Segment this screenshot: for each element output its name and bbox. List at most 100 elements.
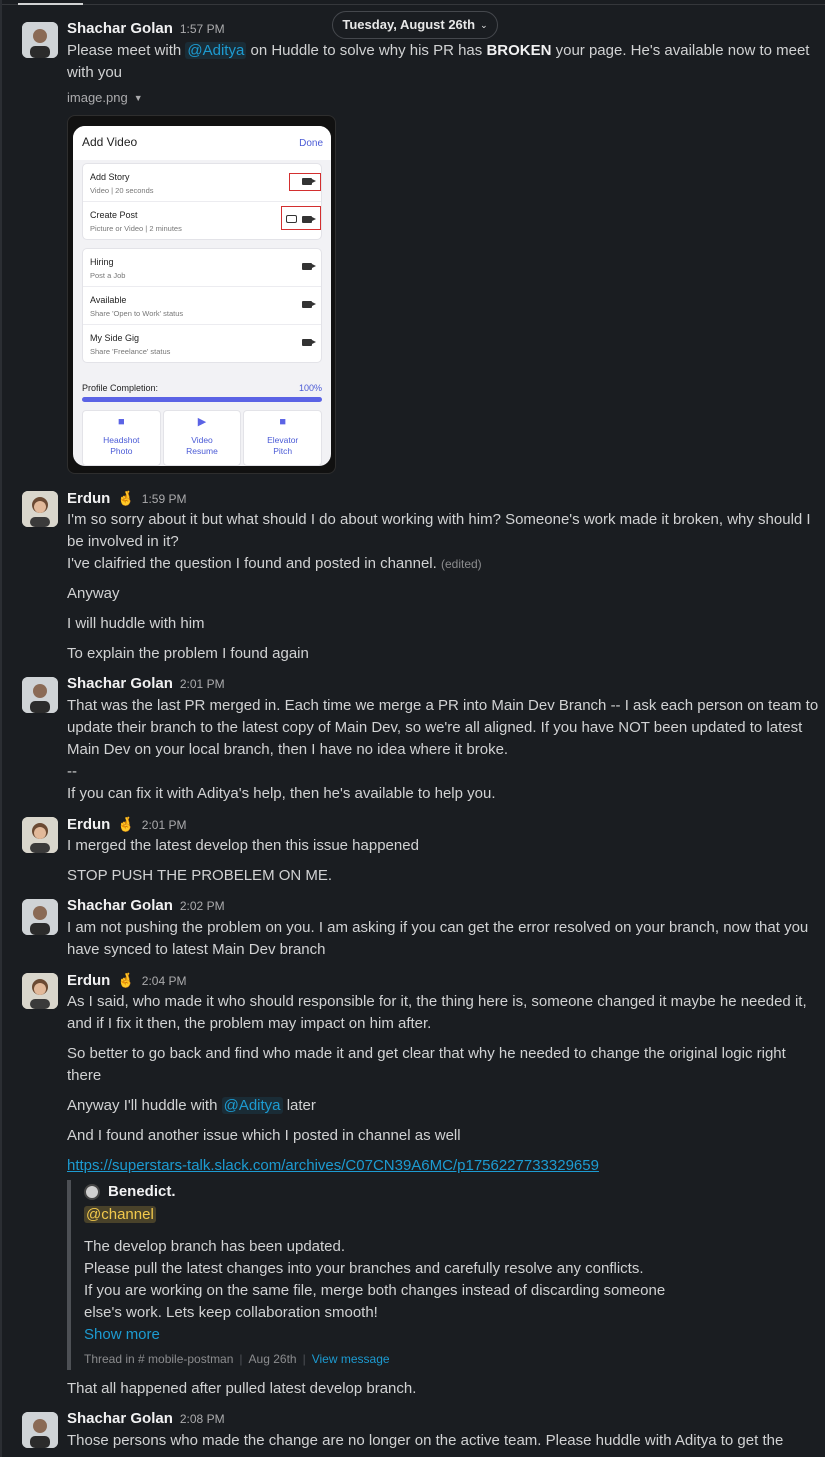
- text-segment: your page. He's available now to meet: [551, 42, 810, 59]
- camera-icon: ■: [118, 416, 125, 428]
- screenshot-done: Done: [299, 138, 323, 149]
- avatar[interactable]: [22, 817, 58, 853]
- message-time[interactable]: 2:01 PM: [180, 673, 225, 695]
- message-time[interactable]: 1:57 PM: [180, 18, 225, 40]
- avatar[interactable]: [84, 1184, 100, 1200]
- unfurl-header: Benedict.: [84, 1180, 687, 1204]
- message-text: Those persons who made the change are no…: [67, 1432, 784, 1449]
- message-time[interactable]: 2:02 PM: [180, 895, 225, 917]
- file-toggle[interactable]: image.png ▼: [67, 87, 809, 109]
- row-title: Add Story: [90, 172, 130, 182]
- message-time[interactable]: 2:04 PM: [142, 970, 187, 992]
- avatar[interactable]: [22, 22, 58, 58]
- chevron-down-icon: ⌄: [480, 20, 488, 30]
- tile: ■ Headshot Photo: [82, 410, 161, 466]
- text-segment: I've claifried the question I found and …: [67, 555, 437, 572]
- tile-label: Video: [191, 435, 213, 445]
- avatar-image: [22, 1412, 58, 1448]
- tile-label: Resume: [186, 446, 218, 456]
- message-text: If you can fix it with Aditya's help, th…: [67, 785, 496, 802]
- screenshot-row: Available Share 'Open to Work' status: [83, 287, 321, 325]
- message-time[interactable]: 2:08 PM: [180, 1408, 225, 1430]
- play-icon: ▶: [197, 416, 207, 428]
- video-camera-icon: [302, 339, 316, 346]
- tile: ■ Elevator Pitch: [243, 410, 323, 466]
- avatar-image: [22, 899, 58, 935]
- date-divider-label: Tuesday, August 26th: [342, 17, 476, 32]
- text-segment: on Huddle to solve why his PR has: [246, 42, 487, 59]
- show-more-link[interactable]: Show more: [84, 1324, 687, 1346]
- avatar[interactable]: [22, 677, 58, 713]
- app-screenshot: Add Video Done Add Story Video | 20 secon…: [73, 126, 331, 466]
- message-text: and if I fix it then, the problem may im…: [67, 1015, 432, 1032]
- progress-bar: [82, 397, 322, 402]
- message-text: Anyway I'll huddle with @Aditya later: [67, 1095, 316, 1117]
- tile-label: Elevator: [267, 435, 299, 445]
- highlight-box: [281, 206, 321, 230]
- highlight-box: [289, 173, 321, 191]
- user-mention[interactable]: @Aditya: [185, 42, 247, 59]
- sender-name[interactable]: Shachar Golan: [67, 1408, 173, 1430]
- message-link[interactable]: https://superstars-talk.slack.com/archiv…: [67, 1155, 599, 1177]
- message-text: I am not pushing the problem on you. I a…: [67, 919, 809, 936]
- screenshot-title: Add Video: [82, 135, 138, 149]
- message-text: update their branch to the latest copy o…: [67, 719, 803, 736]
- video-camera-icon: [302, 301, 316, 308]
- user-mention[interactable]: @Aditya: [221, 1097, 283, 1114]
- link-unfurl: Benedict. @channel The develop branch ha…: [67, 1180, 687, 1370]
- sender-name[interactable]: Shachar Golan: [67, 895, 173, 917]
- message-text: That was the last PR merged in. Each tim…: [67, 697, 819, 714]
- avatar[interactable]: [22, 491, 58, 527]
- sender-name[interactable]: Shachar Golan: [67, 18, 173, 40]
- message-text: I've claifried the question I found and …: [67, 553, 809, 575]
- text-segment: Anyway I'll huddle with: [67, 1097, 222, 1114]
- view-message-link[interactable]: View message: [312, 1348, 390, 1370]
- message-time[interactable]: 1:59 PM: [142, 488, 187, 510]
- unfurl-mention-line: @channel: [84, 1204, 687, 1228]
- sender-name[interactable]: Shachar Golan: [67, 673, 173, 695]
- thread-channel[interactable]: Thread in # mobile-postman: [84, 1348, 233, 1370]
- message-text: To explain the problem I found again: [67, 645, 309, 662]
- footer-separator: |: [239, 1352, 243, 1366]
- message-text: I'm so sorry about it but what should I …: [67, 511, 811, 528]
- avatar[interactable]: [22, 1412, 58, 1448]
- tile: ▶ Video Resume: [162, 410, 242, 466]
- row-subtitle: Picture or Video | 2 minutes: [90, 224, 182, 233]
- sender-name[interactable]: Erdun: [67, 970, 110, 992]
- progress-value: 100%: [298, 383, 322, 393]
- avatar[interactable]: [22, 973, 58, 1009]
- avatar-image: [22, 973, 58, 1009]
- row-title: Hiring: [90, 257, 114, 267]
- status-emoji[interactable]: 🤞: [117, 969, 134, 991]
- unfurl-text: The develop branch has been updated.: [84, 1238, 346, 1255]
- date-divider-pill[interactable]: Tuesday, August 26th ⌄: [332, 11, 498, 39]
- sender-name[interactable]: Erdun: [67, 814, 110, 836]
- unfurl-author[interactable]: Benedict.: [108, 1181, 176, 1203]
- unfurl-text: else's work. Lets keep collaboration smo…: [84, 1304, 378, 1321]
- tile-label: Photo: [110, 446, 133, 456]
- screenshot-header: Add Video Done: [73, 126, 331, 160]
- edited-label: (edited): [440, 557, 482, 571]
- row-subtitle: Video | 20 seconds: [90, 186, 154, 195]
- image-attachment[interactable]: Add Video Done Add Story Video | 20 secon…: [67, 115, 336, 474]
- message-text: So better to go back and find who made i…: [67, 1045, 786, 1062]
- channel-mention[interactable]: @channel: [84, 1206, 156, 1223]
- avatar[interactable]: [22, 899, 58, 935]
- screenshot-row: Add Story Video | 20 seconds: [83, 164, 321, 202]
- status-emoji[interactable]: 🤞: [117, 813, 134, 835]
- sender-name[interactable]: Erdun: [67, 488, 110, 510]
- footer-separator: |: [302, 1352, 306, 1366]
- unfurl-text: Please pull the latest changes into your…: [84, 1260, 644, 1277]
- message-text: Main Dev on your local branch, then I ha…: [67, 741, 509, 758]
- message-text: with you: [67, 64, 123, 81]
- message-text: --: [67, 763, 77, 780]
- message-text: I merged the latest develop then this is…: [67, 837, 419, 854]
- avatar-image: [22, 22, 58, 58]
- screenshot-row: My Side Gig Share 'Freelance' status: [83, 325, 321, 363]
- status-emoji[interactable]: 🤞: [117, 487, 134, 509]
- top-divider: [0, 0, 825, 5]
- message-text: be involved in it?: [67, 533, 179, 550]
- message-time[interactable]: 2:01 PM: [142, 814, 187, 836]
- avatar-image: [22, 491, 58, 527]
- message-text: STOP PUSH THE PROBELEM ON ME.: [67, 867, 333, 884]
